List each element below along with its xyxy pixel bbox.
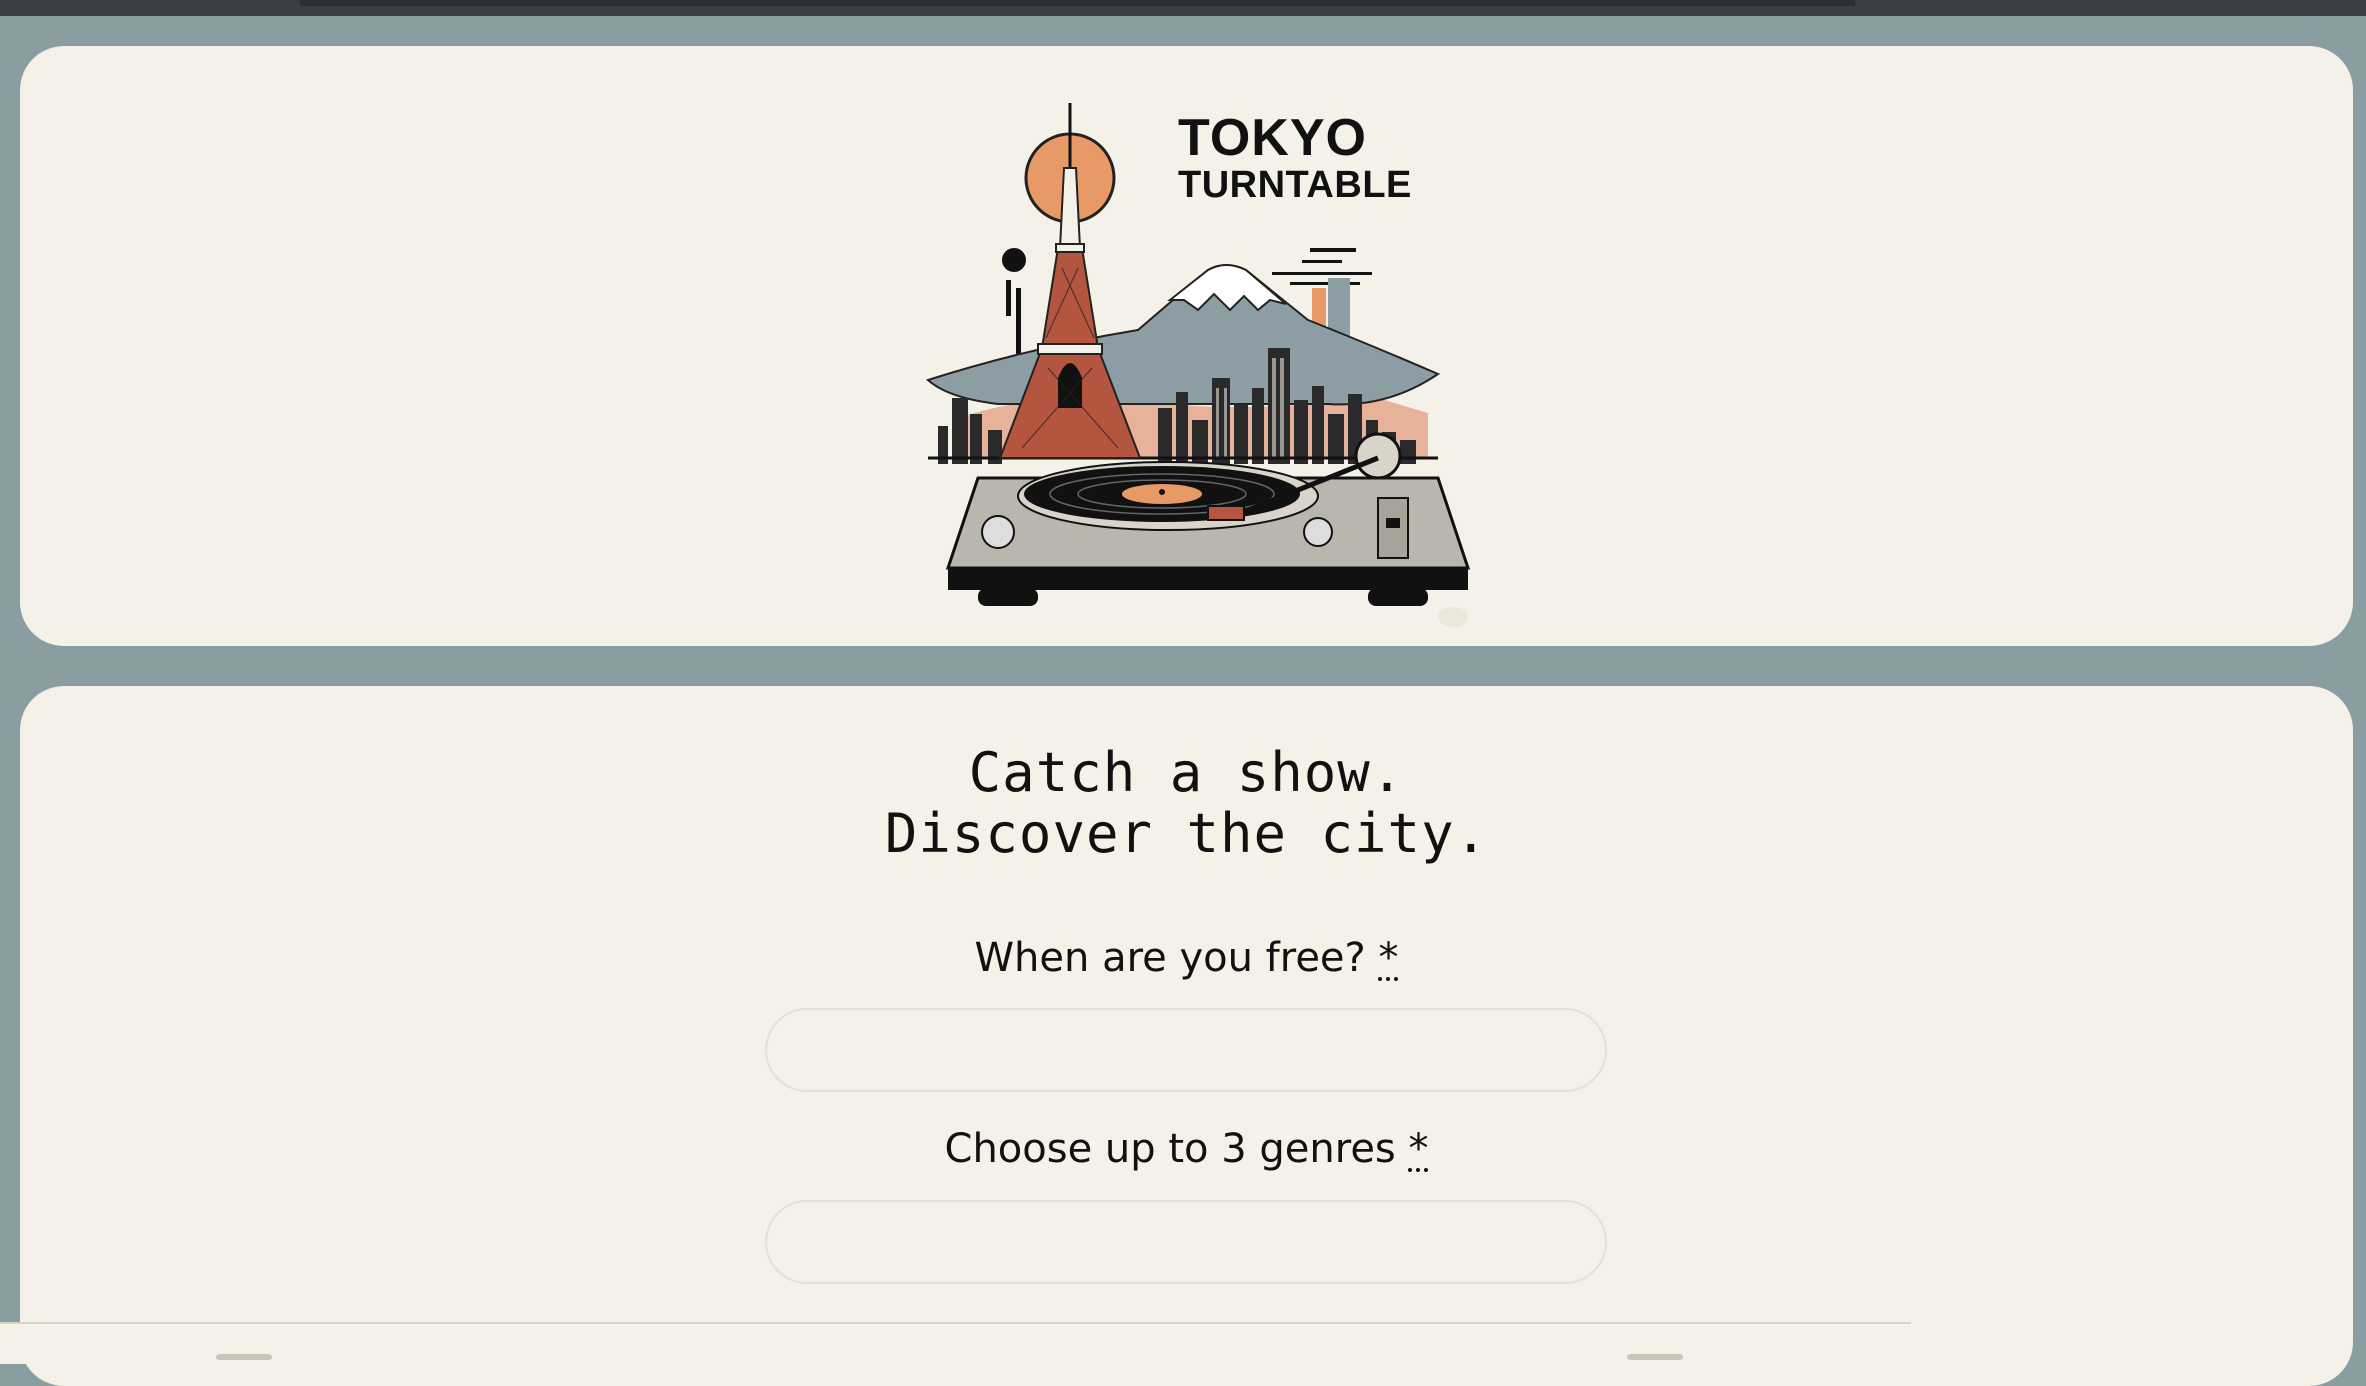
brand-logo-text: TOKYO TURNTABLE <box>1178 112 1412 204</box>
brand-line-2: TURNTABLE <box>1178 164 1412 206</box>
genres-field-label: Choose up to 3 genres * <box>0 1126 2366 1172</box>
panel-handle-right[interactable] <box>1627 1354 1683 1360</box>
required-marker: * <box>1378 935 1399 981</box>
headline-line-1: Catch a show. <box>968 741 1405 804</box>
browser-tab-strip <box>300 0 1855 6</box>
brand-line-1: TOKYO <box>1178 109 1367 167</box>
date-input[interactable] <box>765 1008 1607 1092</box>
required-marker: * <box>1408 1126 1429 1172</box>
carousel-dot[interactable] <box>1438 607 1468 627</box>
headline-line-2: Discover the city. <box>884 802 1489 865</box>
page-headline: Catch a show. Discover the city. <box>0 742 2366 864</box>
panel-handle-left[interactable] <box>216 1354 272 1360</box>
date-field-label: When are you free? * <box>0 935 2366 981</box>
browser-top-bar <box>0 0 2366 16</box>
genres-label-text: Choose up to 3 genres <box>944 1126 1396 1172</box>
date-label-text: When are you free? <box>974 935 1366 981</box>
genres-select[interactable] <box>765 1200 1607 1284</box>
